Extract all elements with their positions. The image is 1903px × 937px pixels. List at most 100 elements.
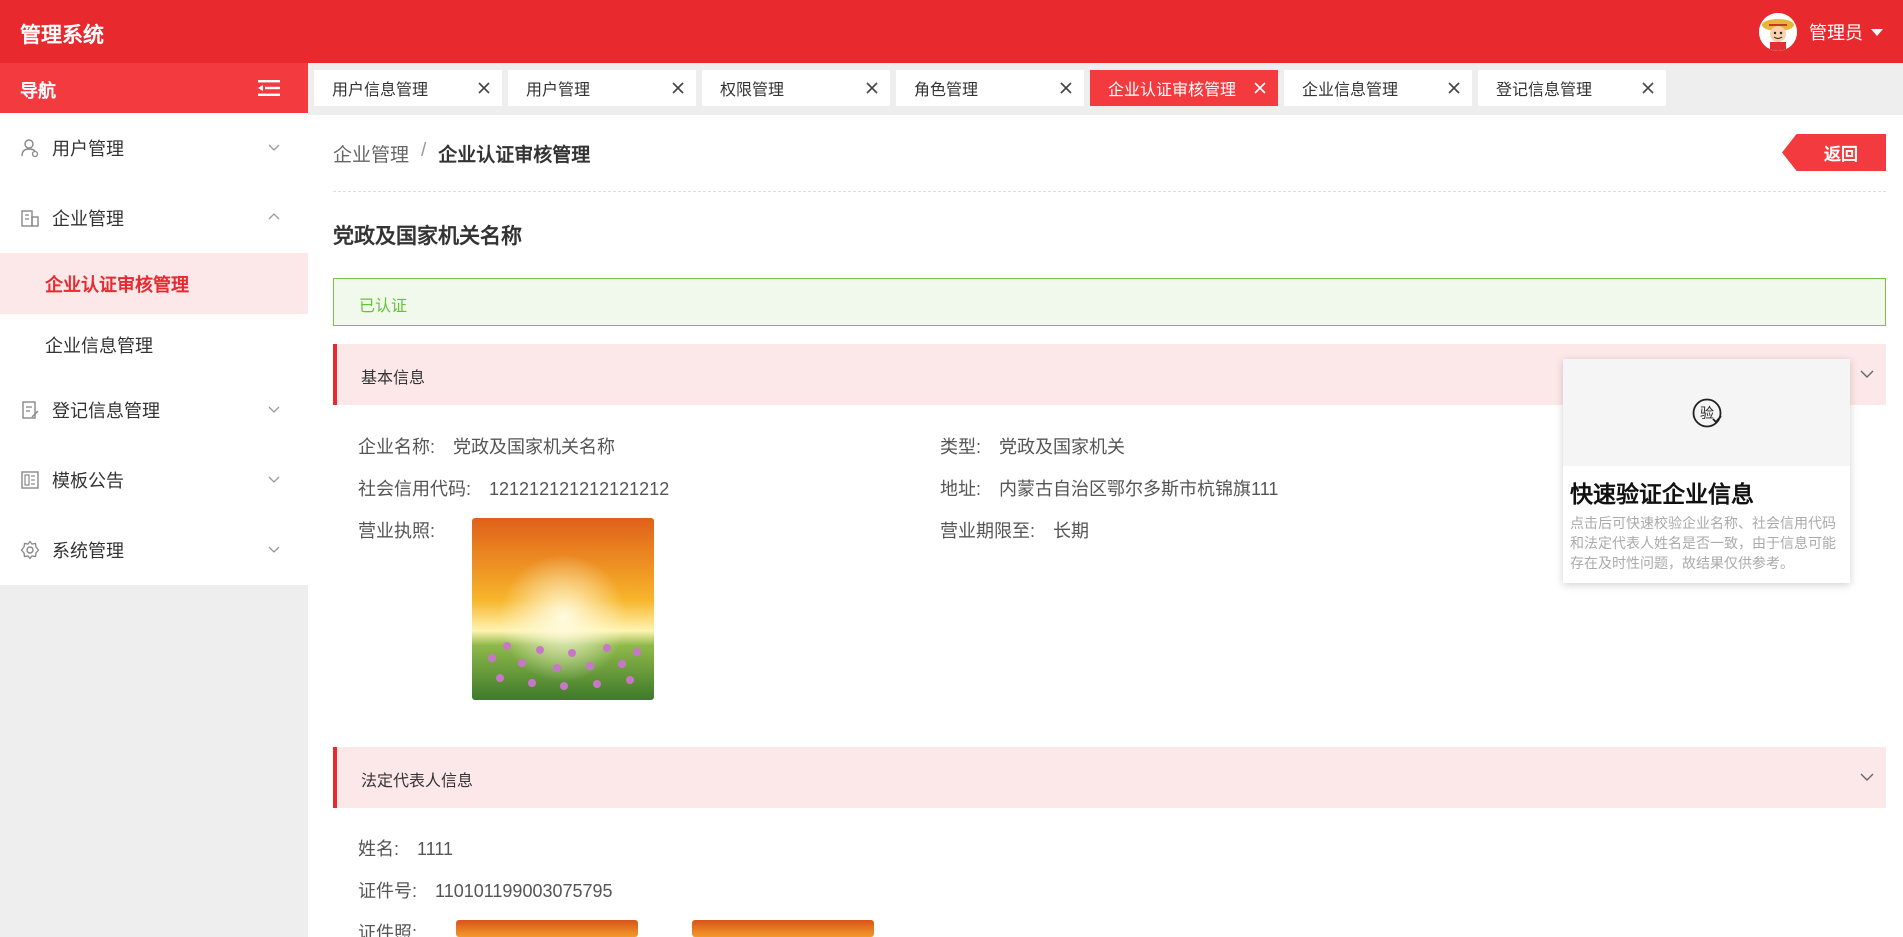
sidebar-item-system-management[interactable]: 系统管理 (0, 515, 308, 585)
chevron-down-icon (268, 546, 280, 553)
id-photo-front-graphic (456, 920, 638, 937)
tab-enterprise-info-management[interactable]: 企业信息管理 (1284, 70, 1472, 106)
tab-registration-management[interactable]: 登记信息管理 (1478, 70, 1666, 106)
field-business-term: 营业期限至: 长期 (940, 517, 1089, 543)
sidebar-subitem-enterprise-auth-review[interactable]: 企业认证审核管理 (0, 253, 308, 314)
id-photo-back[interactable] (692, 920, 874, 937)
sidebar-item-label: 登记信息管理 (52, 401, 160, 421)
sidebar-title: 导航 (20, 81, 56, 101)
section-legal-representative[interactable]: 法定代表人信息 (333, 747, 1886, 808)
field-address: 地址: 内蒙古自治区鄂尔多斯市杭锦旗111 (940, 475, 1278, 501)
field-business-license: 营业执照: (358, 517, 435, 543)
sidebar-subitem-enterprise-info[interactable]: 企业信息管理 (0, 314, 308, 375)
tab-enterprise-auth-review[interactable]: 企业认证审核管理 (1090, 70, 1278, 106)
close-icon[interactable] (670, 80, 686, 96)
chevron-up-icon (268, 213, 280, 220)
sidebar-item-enterprise-management[interactable]: 企业管理 (0, 183, 308, 253)
sidebar-item-label: 模板公告 (52, 471, 124, 491)
field-label: 营业执照: (358, 521, 436, 541)
sidebar-item-label: 系统管理 (52, 541, 124, 561)
field-value: 121212121212121212 (489, 479, 670, 499)
sidebar-item-user-management[interactable]: 用户管理 (0, 113, 308, 183)
sidebar-item-template-notice[interactable]: 模板公告 (0, 445, 308, 515)
section-title: 基本信息 (361, 370, 426, 387)
tab-label: 登记信息管理 (1496, 82, 1593, 99)
template-icon (21, 471, 39, 489)
tab-role-management[interactable]: 角色管理 (896, 70, 1084, 106)
back-button[interactable]: 返回 (1782, 134, 1886, 171)
field-type: 类型: 党政及国家机关 (940, 433, 1125, 459)
field-value: 1111 (417, 839, 454, 859)
sidebar-menu: 用户管理 企业管理 企业认证审核管理 企业信息管理 登记信息管理 模板公告 系统… (0, 113, 308, 585)
chevron-down-icon[interactable] (1860, 368, 1874, 380)
license-image-graphic (472, 518, 654, 700)
field-id-number: 证件号: 110101199003075795 (358, 877, 613, 903)
field-label: 类型: (940, 437, 982, 457)
tab-label: 用户管理 (526, 82, 591, 99)
close-icon[interactable] (1640, 80, 1656, 96)
field-value: 内蒙古自治区鄂尔多斯市杭锦旗111 (999, 479, 1279, 499)
chevron-down-icon (268, 406, 280, 413)
collapse-menu-icon[interactable] (258, 80, 280, 96)
field-credit-code: 社会信用代码: 121212121212121212 (358, 475, 669, 501)
page-title: 党政及国家机关名称 (333, 225, 522, 248)
tab-label: 企业信息管理 (1302, 82, 1399, 99)
section-title: 法定代表人信息 (361, 773, 474, 790)
breadcrumb-parent[interactable]: 企业管理 (333, 140, 409, 167)
field-id-photo: 证件照: (358, 919, 417, 937)
tab-bar: 用户信息管理 用户管理 权限管理 角色管理 企业认证审核管理 企业信息管理 登记… (308, 63, 1903, 115)
field-value: 党政及国家机关名称 (453, 437, 616, 457)
quick-verify-description: 点击后可快速校验企业名称、社会信用代码和法定代表人姓名是否一致，由于信息可能存在… (1570, 515, 1836, 571)
close-icon[interactable] (1058, 80, 1074, 96)
verify-icon-text: 验 (1700, 406, 1714, 422)
breadcrumb-separator: / (421, 140, 427, 161)
tab-user-management[interactable]: 用户管理 (508, 70, 696, 106)
close-icon[interactable] (1446, 80, 1462, 96)
building-icon (21, 210, 39, 227)
sidebar-item-registration-management[interactable]: 登记信息管理 (0, 375, 308, 445)
top-header: 管理系统 管理员 (0, 0, 1903, 63)
field-label: 营业期限至: (940, 521, 1036, 541)
gear-icon (20, 540, 40, 560)
quick-verify-header[interactable]: 验 (1563, 359, 1850, 466)
caret-down-icon[interactable] (1871, 28, 1883, 36)
user-icon (21, 139, 39, 158)
field-value: 党政及国家机关 (999, 437, 1126, 457)
id-photo-back-graphic (692, 920, 874, 937)
sidebar-item-label: 用户管理 (52, 139, 124, 159)
avatar[interactable] (1759, 13, 1797, 51)
sidebar-header: 导航 (0, 63, 308, 113)
avatar-image (1759, 13, 1797, 51)
field-label: 证件号: (358, 881, 418, 901)
verify-icon[interactable]: 验 (1691, 397, 1723, 429)
breadcrumb-current: 企业认证审核管理 (438, 145, 591, 166)
divider (333, 191, 1886, 192)
close-icon[interactable] (1252, 80, 1268, 96)
close-icon[interactable] (476, 80, 492, 96)
chevron-down-icon[interactable] (1860, 771, 1874, 783)
field-label: 社会信用代码: (358, 479, 472, 499)
tab-permission-management[interactable]: 权限管理 (702, 70, 890, 106)
register-icon (22, 401, 39, 419)
license-image[interactable] (472, 518, 654, 700)
tab-user-info-management[interactable]: 用户信息管理 (314, 70, 502, 106)
chevron-down-icon (268, 144, 280, 151)
quick-verify-title: 快速验证企业信息 (1570, 481, 1754, 507)
chevron-down-icon (268, 476, 280, 483)
username[interactable]: 管理员 (1809, 19, 1863, 45)
user-menu[interactable]: 管理员 (1759, 13, 1883, 51)
field-value: 长期 (1053, 521, 1090, 541)
field-label: 证件照: (358, 923, 418, 937)
field-label: 姓名: (358, 839, 400, 859)
status-badge: 已认证 (333, 278, 1886, 326)
tab-label: 权限管理 (720, 82, 785, 99)
app-title: 管理系统 (20, 24, 104, 47)
quick-verify-card[interactable]: 验 快速验证企业信息 点击后可快速校验企业名称、社会信用代码和法定代表人姓名是否… (1563, 359, 1850, 583)
breadcrumb: 企业管理 / 企业认证审核管理 (333, 140, 590, 167)
tab-label: 企业认证审核管理 (1108, 82, 1237, 99)
field-legal-name: 姓名: 1111 (358, 835, 453, 861)
sidebar-item-label: 企业管理 (52, 209, 124, 229)
field-enterprise-name: 企业名称: 党政及国家机关名称 (358, 433, 615, 459)
close-icon[interactable] (864, 80, 880, 96)
id-photo-front[interactable] (456, 920, 638, 937)
